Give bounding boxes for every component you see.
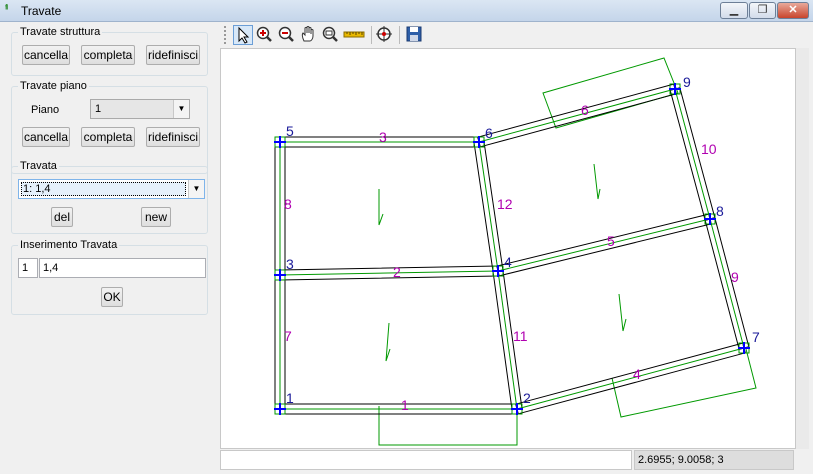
piano-cancella-button[interactable]: cancella xyxy=(22,127,70,147)
beam-label-12: 12 xyxy=(497,196,513,212)
travata-value: 1: 1,4 xyxy=(23,183,51,195)
node-label-9: 9 xyxy=(683,74,691,90)
node-5 xyxy=(274,136,286,148)
node-label-7: 7 xyxy=(752,329,760,345)
pointer-tool-button[interactable] xyxy=(233,25,253,45)
piano-completa-button[interactable]: completa xyxy=(81,127,135,147)
measure-ruler-icon xyxy=(343,31,365,38)
zoom-in-tool-button[interactable] xyxy=(255,25,275,45)
save-icon xyxy=(406,26,422,42)
load-markers xyxy=(378,57,757,446)
status-bar: 2.6955; 9.0058; 3 xyxy=(220,449,809,471)
arrow-panel-c xyxy=(593,163,601,200)
piano-select[interactable]: 1 ▼ xyxy=(90,99,190,119)
drawing-toolbar xyxy=(220,22,809,48)
arrow-panel-b xyxy=(385,322,391,362)
drawing-canvas[interactable]: 1 2 3 4 5 6 7 8 9 10 11 12 1 2 3 4 5 6 7 8 9 xyxy=(220,48,796,449)
beam-plan-drawing[interactable]: 1234567891011121 23 45 6789 xyxy=(221,49,796,449)
arrow-panel-d xyxy=(618,293,627,332)
beam-axis-6 xyxy=(478,88,676,143)
inserimento-value-field[interactable]: 1,4 xyxy=(39,258,206,278)
close-icon: ✕ xyxy=(788,4,798,16)
minimize-icon: ▁ xyxy=(729,4,739,16)
beam-axis-9 xyxy=(709,218,745,349)
group-title: Inserimento Travata xyxy=(18,239,120,251)
node-label-5: 5 xyxy=(286,123,294,139)
inserimento-index-field[interactable]: 1 xyxy=(18,258,38,278)
node-label-2: 2 xyxy=(523,390,531,406)
travata-new-button[interactable]: new xyxy=(141,207,171,227)
piano-value: 1 xyxy=(95,103,102,115)
beam-axis-2 xyxy=(279,270,499,276)
beams xyxy=(274,83,750,415)
toolbar-grip[interactable] xyxy=(224,26,227,44)
struttura-cancella-button[interactable]: cancella xyxy=(22,45,70,65)
vertical-scrollbar[interactable] xyxy=(796,48,809,449)
beam-label-10: 10 xyxy=(701,141,717,157)
node-label-8: 8 xyxy=(716,203,724,219)
pan-tool-button[interactable] xyxy=(299,25,319,45)
beam-label-5: 5 xyxy=(607,233,615,249)
beam-label-8: 8 xyxy=(284,196,292,212)
travata-select[interactable]: 1: 1,4 ▼ xyxy=(18,179,205,199)
zoom-in-icon xyxy=(256,26,272,42)
beam-label-11: 11 xyxy=(513,328,528,344)
status-message xyxy=(220,450,632,470)
restore-icon: ❐ xyxy=(757,4,768,16)
group-travate-struttura: Travate struttura cancella completa ride… xyxy=(11,26,208,76)
beam-axis-4 xyxy=(516,347,745,410)
zoom-extents-icon xyxy=(376,26,392,42)
beam-label-6: 6 xyxy=(581,102,589,118)
node-3 xyxy=(274,269,286,281)
node-1 xyxy=(274,403,286,415)
node-label-4: 4 xyxy=(504,254,512,270)
inserimento-ok-button[interactable]: OK xyxy=(101,287,123,307)
zoom-extents-tool-button[interactable] xyxy=(375,25,395,45)
beam-label-7: 7 xyxy=(284,328,292,344)
app-icon: ᶠᴵ xyxy=(5,4,8,15)
measure-tool-button[interactable] xyxy=(343,25,367,45)
left-panel: Travate struttura cancella completa ride… xyxy=(0,22,218,474)
beam-label-4: 4 xyxy=(633,366,641,382)
beam-label-2: 2 xyxy=(393,264,401,280)
close-button[interactable]: ✕ xyxy=(777,2,809,19)
zoom-out-tool-button[interactable] xyxy=(277,25,297,45)
load-marker-6 xyxy=(542,57,679,129)
beam-label-9: 9 xyxy=(731,269,739,285)
zoom-window-icon xyxy=(322,26,338,42)
zoom-window-tool-button[interactable] xyxy=(321,25,341,45)
chevron-down-icon[interactable]: ▼ xyxy=(188,180,204,198)
beam-label-1: 1 xyxy=(401,397,409,413)
group-travata: Travata 1: 1,4 ▼ del new xyxy=(11,160,208,234)
restore-button[interactable]: ❐ xyxy=(749,2,776,19)
pointer-icon xyxy=(238,26,250,44)
arrow-panel-a xyxy=(378,189,384,226)
beam-axis-12 xyxy=(478,141,499,272)
pan-hand-icon xyxy=(301,26,314,42)
beam-label-3: 3 xyxy=(379,129,387,145)
struttura-ridefinisci-button[interactable]: ridefinisci xyxy=(146,45,200,65)
travata-del-button[interactable]: del xyxy=(51,207,73,227)
group-inserimento-travata: Inserimento Travata 1 1,4 OK xyxy=(11,239,208,315)
piano-ridefinisci-button[interactable]: ridefinisci xyxy=(146,127,200,147)
group-title: Travate piano xyxy=(18,80,89,92)
chevron-down-icon[interactable]: ▼ xyxy=(173,100,189,118)
load-marker-1 xyxy=(378,406,518,446)
node-label-1: 1 xyxy=(286,390,294,406)
window-title: Travate xyxy=(21,4,62,18)
beam-axis-5 xyxy=(497,218,711,272)
title-bar: ᶠᴵ Travate ▁ ❐ ✕ xyxy=(0,0,813,22)
minimize-button[interactable]: ▁ xyxy=(720,2,748,19)
save-tool-button[interactable] xyxy=(405,25,425,45)
group-title: Travata xyxy=(18,160,59,172)
struttura-completa-button[interactable]: completa xyxy=(81,45,135,65)
node-label-3: 3 xyxy=(286,256,294,272)
zoom-out-icon xyxy=(278,26,294,42)
piano-label: Piano xyxy=(31,104,60,116)
status-coordinates: 2.6955; 9.0058; 3 xyxy=(634,450,794,470)
group-title: Travate struttura xyxy=(18,26,103,38)
node-label-6: 6 xyxy=(485,125,493,141)
